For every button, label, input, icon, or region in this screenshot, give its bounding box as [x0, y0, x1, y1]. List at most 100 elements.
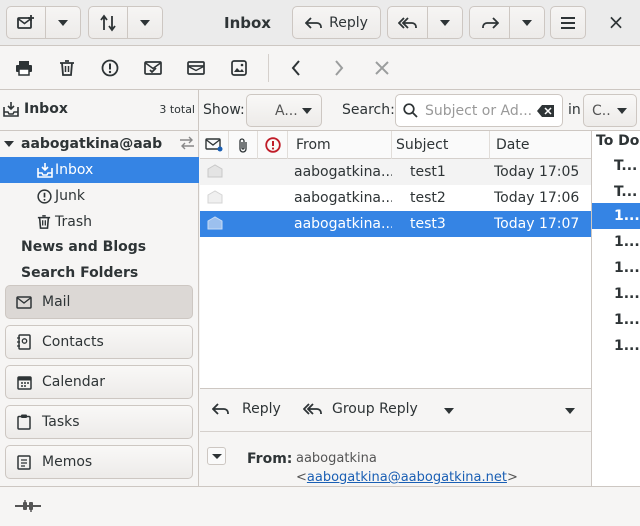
search-placeholder: Subject or Ad... — [425, 102, 533, 119]
preview-menu-dropdown[interactable] — [564, 407, 576, 415]
close-window-button[interactable]: × — [604, 10, 628, 34]
tasks-icon — [6, 414, 42, 430]
header-bar: Inbox Reply × — [0, 0, 640, 46]
message-row[interactable]: aabogatkina... test1 Today 17:05 — [200, 159, 591, 185]
folder-trash[interactable]: Trash — [0, 209, 199, 235]
delete-button[interactable] — [55, 56, 79, 80]
send-receive-dropdown[interactable] — [128, 6, 163, 39]
online-status-icon[interactable] — [14, 499, 42, 513]
todo-pane: To Do T... T... 1... 1... 1... 1... 1...… — [591, 131, 640, 486]
reply-all-button[interactable] — [387, 6, 428, 39]
nav-label: Calendar — [42, 374, 105, 390]
show-label: Show: — [203, 102, 245, 118]
headers-expander-button[interactable] — [207, 447, 226, 465]
read-status-icon[interactable] — [207, 216, 223, 232]
new-dropdown-button[interactable] — [46, 6, 81, 39]
in-label: in — [568, 102, 581, 118]
account-row[interactable]: aabogatkina@aab... — [0, 131, 199, 157]
trash-icon — [59, 59, 75, 77]
read-status-icon[interactable] — [207, 190, 223, 206]
toolbar-separator — [268, 54, 269, 82]
importance-column-header[interactable] — [258, 131, 288, 159]
send-receive-button[interactable] — [88, 6, 128, 39]
todo-item[interactable]: 1... — [592, 307, 640, 333]
message-date: Today 17:05 — [494, 164, 580, 180]
todo-item-selected[interactable]: 1... — [592, 203, 640, 229]
preview-reply-label: Reply — [242, 401, 281, 417]
reply-all-dropdown[interactable] — [428, 6, 463, 39]
todo-item[interactable]: 1... — [592, 333, 640, 359]
nav-label: Memos — [42, 454, 93, 470]
show-images-button[interactable] — [227, 56, 251, 80]
chevron-right-icon — [334, 60, 344, 76]
todo-item[interactable]: 1... — [592, 255, 640, 281]
from-email-link[interactable]: aabogatkina@aabogatkina.net — [307, 470, 507, 485]
group-reply-dropdown[interactable] — [443, 407, 455, 415]
chevron-down-icon — [139, 19, 151, 27]
from-column-header[interactable]: From — [288, 131, 392, 159]
folder-label: Inbox — [55, 162, 94, 178]
read-status-icon[interactable] — [207, 164, 223, 180]
important-icon — [264, 137, 281, 153]
preview-divider — [200, 431, 591, 432]
mark-junk-button[interactable] — [98, 56, 122, 80]
clear-icon[interactable] — [537, 104, 555, 117]
mail-icon — [6, 295, 42, 309]
message-date: Today 17:07 — [494, 216, 580, 232]
message-row-selected[interactable]: aabogatkina... test3 Today 17:07 — [200, 211, 591, 237]
nav-calendar-button[interactable]: Calendar — [5, 365, 193, 399]
folder-inbox[interactable]: Inbox — [0, 157, 199, 183]
todo-title: To Do — [596, 133, 640, 149]
paperclip-icon — [237, 137, 249, 153]
sidebar: Inbox 3 total aabogatkina@aab... Inbox J… — [0, 90, 199, 486]
menu-button[interactable] — [550, 6, 586, 39]
message-row[interactable]: aabogatkina... test2 Today 17:06 — [200, 185, 591, 211]
message-from: aabogatkina... — [294, 190, 392, 206]
nav-label: Tasks — [42, 414, 80, 430]
status-column-header[interactable] — [200, 131, 229, 159]
message-subject: test1 — [410, 164, 446, 180]
nav-tasks-button[interactable]: Tasks — [5, 405, 193, 439]
archive-button[interactable] — [184, 56, 208, 80]
toolbar — [0, 46, 640, 90]
new-message-button[interactable] — [6, 6, 46, 39]
preview-reply-button[interactable]: Reply — [212, 401, 281, 417]
mark-not-junk-button[interactable] — [141, 56, 165, 80]
unread-status-icon — [205, 138, 223, 152]
stop-button[interactable] — [370, 56, 394, 80]
junk-icon — [37, 188, 55, 204]
subject-column-header[interactable]: Subject — [392, 131, 490, 159]
folder-junk[interactable]: Junk — [0, 183, 199, 209]
print-button[interactable] — [12, 56, 36, 80]
forward-dropdown[interactable] — [510, 6, 545, 39]
nav-contacts-button[interactable]: Contacts — [5, 325, 193, 359]
nav-memos-button[interactable]: Memos — [5, 445, 193, 479]
todo-item[interactable]: T... — [592, 153, 640, 179]
search-folders-section[interactable]: Search Folders — [0, 260, 199, 286]
todo-item[interactable]: 1... — [592, 281, 640, 307]
search-input[interactable]: Subject or Ad... — [395, 94, 563, 127]
from-name: aabogatkina — [296, 451, 377, 466]
account-name: aabogatkina@aab... — [21, 136, 163, 152]
news-and-blogs-section[interactable]: News and Blogs — [0, 234, 199, 260]
reply-all-icon — [303, 402, 323, 416]
chevron-down-icon — [439, 19, 451, 27]
reply-icon — [212, 402, 230, 416]
search-scope-combo[interactable]: C... — [583, 94, 637, 127]
todo-item[interactable]: 1... — [592, 229, 640, 255]
calendar-icon — [6, 375, 42, 390]
print-icon — [15, 60, 33, 76]
todo-item[interactable]: T... — [592, 179, 640, 205]
preview-group-reply-button[interactable]: Group Reply — [303, 401, 418, 417]
show-filter-combo[interactable]: A... — [246, 94, 322, 127]
previous-message-button[interactable] — [284, 56, 308, 80]
folder-title: Inbox — [24, 101, 68, 117]
forward-icon — [481, 16, 499, 30]
next-message-button[interactable] — [327, 56, 351, 80]
reply-all-icon — [397, 16, 418, 30]
date-column-header[interactable]: Date — [490, 131, 591, 159]
forward-button[interactable] — [469, 6, 510, 39]
reply-button[interactable]: Reply — [292, 6, 381, 39]
attachment-column-header[interactable] — [229, 131, 258, 159]
nav-mail-button[interactable]: Mail — [5, 285, 193, 319]
